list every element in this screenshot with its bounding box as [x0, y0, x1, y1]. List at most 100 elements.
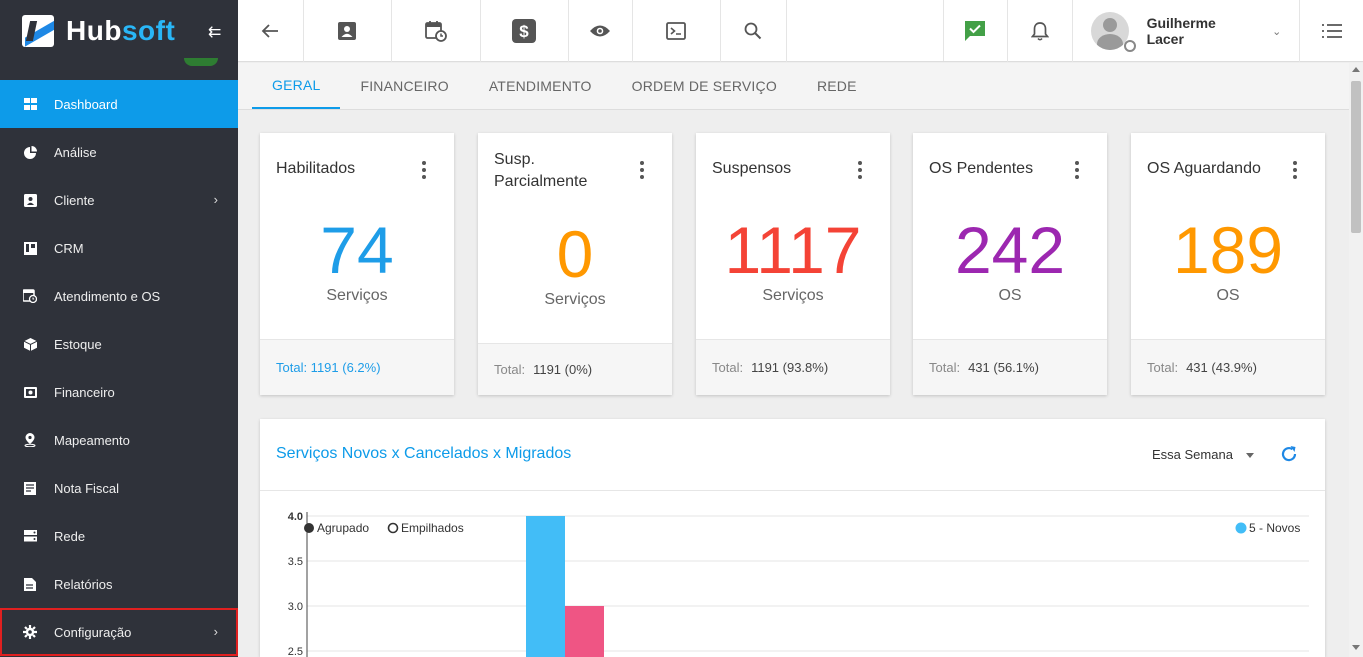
back-button[interactable]	[238, 0, 304, 62]
tab-ordem-de-servico[interactable]: ORDEM DE SERVIÇO	[612, 63, 797, 109]
card-total-value: 1191 (0%)	[533, 362, 593, 377]
logo-text: Hubsoft	[66, 15, 176, 46]
more-vertical-icon[interactable]	[640, 161, 644, 182]
sidebar-item-relatorios[interactable]: Relatórios	[0, 560, 238, 608]
topbar: $ Guilherme Lacer ⌄	[238, 0, 1363, 62]
scroll-up-arrow-icon[interactable]	[1352, 67, 1360, 72]
tab-financeiro[interactable]: FINANCEIRO	[340, 63, 468, 109]
y-tick-label: 3.0	[288, 601, 303, 613]
dollar-icon: $	[512, 19, 537, 43]
page-scrollbar[interactable]	[1349, 63, 1363, 657]
more-vertical-icon[interactable]	[858, 161, 862, 182]
card-title: OS Aguardando	[1147, 160, 1261, 177]
calendar-clock-icon	[22, 288, 38, 304]
service-orders-button[interactable]	[392, 0, 481, 62]
document-icon	[22, 480, 38, 496]
sidebar-item-label: Mapeamento	[54, 432, 130, 448]
card-footer: Total: 1191 (6.2%)	[260, 339, 454, 395]
user-menu[interactable]: Guilherme Lacer ⌄	[1073, 0, 1301, 62]
card-total-label: Total:	[1147, 360, 1179, 375]
gear-icon	[22, 624, 38, 640]
panel-title: Serviços Novos x Cancelados x Migrados	[276, 445, 572, 462]
card-total-label: Total:	[929, 360, 961, 375]
user-status-icon	[1124, 40, 1136, 52]
tab-geral[interactable]: GERAL	[252, 63, 341, 109]
dashboard-tabs: GERAL FINANCEIRO ATENDIMENTO ORDEM DE SE…	[238, 63, 1349, 110]
card-footer: Total: 1191 (0%)	[478, 343, 672, 395]
map-pin-icon	[22, 432, 38, 448]
chevron-down-icon: ⌄	[1272, 25, 1282, 38]
sidebar-item-label: Estoque	[54, 336, 102, 352]
panel-header: Serviços Novos x Cancelados x Migrados E…	[260, 419, 1325, 491]
pie-chart-icon	[22, 144, 38, 160]
sidebar-item-rede[interactable]: Rede	[0, 512, 238, 560]
svg-text:$: $	[519, 22, 529, 41]
user-name: Guilherme Lacer	[1146, 15, 1216, 47]
refresh-icon[interactable]	[1279, 444, 1299, 464]
sidebar-item-label: Relatórios	[54, 576, 113, 592]
scroll-thumb[interactable]	[1351, 81, 1361, 233]
scroll-down-arrow-icon[interactable]	[1352, 645, 1360, 650]
radio-agrupado-selected-icon[interactable]	[304, 523, 314, 533]
bar[interactable]	[565, 606, 604, 657]
finance-button[interactable]: $	[481, 0, 569, 62]
sidebar-item-mapeamento[interactable]: Mapeamento	[0, 416, 238, 464]
calendar-clock-icon	[424, 21, 447, 42]
tab-atendimento[interactable]: ATENDIMENTO	[469, 63, 612, 109]
search-icon	[744, 22, 762, 40]
card-footer: Total: 1191 (93.8%)	[696, 339, 890, 395]
sidebar-item-dashboard[interactable]: Dashboard	[0, 80, 238, 128]
more-vertical-icon[interactable]	[1075, 161, 1079, 182]
card-unit: Serviços	[544, 291, 606, 308]
y-tick-label: 2.5	[288, 646, 303, 657]
notifications-button[interactable]	[1008, 0, 1073, 62]
caret-down-icon[interactable]	[1246, 453, 1254, 458]
chevron-right-icon: ›	[213, 624, 218, 639]
legend-swatch[interactable]	[1235, 522, 1247, 534]
list-menu-icon	[1321, 24, 1342, 38]
sidebar-item-estoque[interactable]: Estoque	[0, 320, 238, 368]
eye-icon	[590, 25, 611, 37]
card-unit: Serviços	[326, 287, 388, 304]
server-icon	[22, 528, 38, 544]
y-tick-label: 4.0	[288, 511, 303, 523]
legend-label[interactable]: 5 - Novos	[1249, 521, 1300, 535]
more-vertical-icon[interactable]	[1293, 161, 1297, 182]
sidebar-item-label: Cliente	[54, 192, 95, 208]
sidebar-item-configuracao[interactable]: Configuração ›	[0, 608, 238, 656]
collapse-sidebar-icon[interactable]: ⇇	[208, 22, 221, 42]
period-select[interactable]: Essa Semana	[1152, 447, 1233, 462]
sidebar-item-atendimento[interactable]: Atendimento e OS	[0, 272, 238, 320]
y-tick-label: 3.5	[288, 556, 303, 568]
card-unit: OS	[1216, 287, 1240, 304]
sidebar-item-label: Dashboard	[54, 96, 118, 112]
terminal-button[interactable]	[633, 0, 722, 62]
hubsoft-logo-icon	[22, 15, 54, 47]
card-value: 189	[1172, 213, 1284, 287]
tab-rede[interactable]: REDE	[797, 63, 877, 109]
logo[interactable]: Hubsoft ⇇	[0, 0, 238, 62]
radio-empilhados-icon[interactable]	[387, 522, 399, 534]
more-vertical-icon[interactable]	[422, 161, 426, 182]
sidebar: Hubsoft ⇇ Dashboard Análise Cliente › CR…	[0, 0, 238, 657]
sidebar-item-crm[interactable]: CRM	[0, 224, 238, 272]
sidebar-item-cliente[interactable]: Cliente ›	[0, 176, 238, 224]
clients-button[interactable]	[304, 0, 393, 62]
card-unit: OS	[998, 287, 1022, 304]
messages-button[interactable]	[944, 0, 1009, 62]
card-value: 0	[556, 217, 594, 291]
card-title: OS Pendentes	[929, 160, 1034, 177]
radio-empilhados-label[interactable]: Empilhados	[401, 521, 464, 535]
bar[interactable]	[526, 516, 565, 657]
main-menu-button[interactable]	[1300, 0, 1363, 62]
back-arrow-icon	[262, 24, 279, 38]
radio-agrupado-label[interactable]: Agrupado	[317, 521, 369, 535]
sidebar-item-analise[interactable]: Análise	[0, 128, 238, 176]
search-button[interactable]	[721, 0, 787, 62]
sidebar-item-label: Análise	[54, 144, 97, 160]
contact-card-icon	[338, 22, 357, 40]
card-total-label: Total:	[712, 360, 744, 375]
sidebar-item-nota-fiscal[interactable]: Nota Fiscal	[0, 464, 238, 512]
sidebar-item-financeiro[interactable]: Financeiro	[0, 368, 238, 416]
view-button[interactable]	[569, 0, 633, 62]
